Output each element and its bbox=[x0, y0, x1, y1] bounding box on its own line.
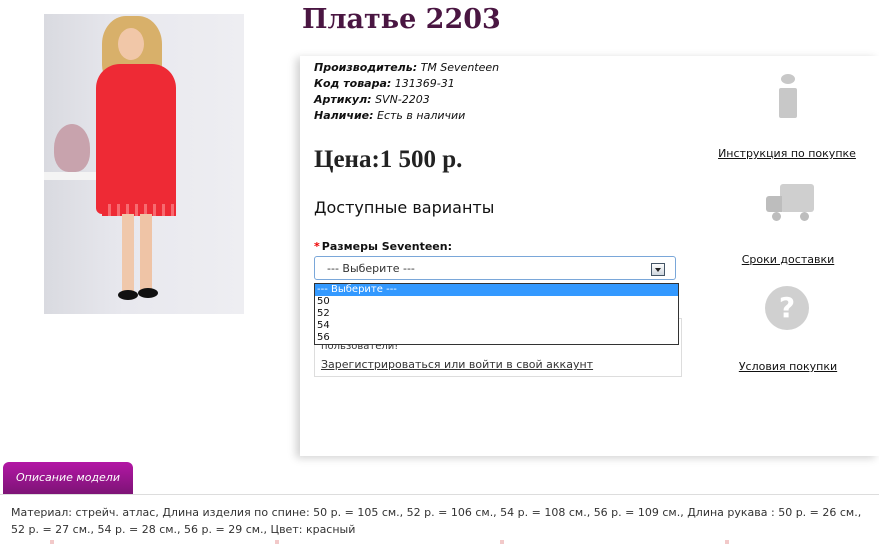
code-value: 131369-31 bbox=[394, 77, 455, 90]
size-select[interactable]: --- Выберите --- bbox=[314, 256, 676, 280]
availability-row: Наличие: Есть в наличии bbox=[314, 108, 499, 124]
product-details: Производитель: TM Seventeen Код товара: … bbox=[314, 60, 499, 124]
size-option[interactable]: 56 bbox=[315, 332, 678, 344]
description-text: Материал: стрейч. атлас, Длина изделия п… bbox=[11, 506, 862, 536]
info-icon[interactable] bbox=[771, 74, 805, 118]
size-option[interactable]: 52 bbox=[315, 308, 678, 320]
register-login-link[interactable]: Зарегистрироваться или войти в свой акка… bbox=[321, 358, 593, 371]
photo-flowers bbox=[54, 124, 90, 172]
product-photo[interactable] bbox=[44, 14, 244, 314]
photo-red-dress bbox=[96, 64, 176, 214]
photo-model-leg bbox=[140, 214, 152, 294]
manufacturer-row: Производитель: TM Seventeen bbox=[314, 60, 499, 76]
price: Цена:1 500 р. bbox=[314, 146, 463, 173]
size-option[interactable]: 54 bbox=[315, 320, 678, 332]
code-row: Код товара: 131369-31 bbox=[314, 76, 499, 92]
required-mark: * bbox=[314, 240, 320, 253]
tab-description[interactable]: Описание модели bbox=[3, 462, 133, 494]
photo-model-leg bbox=[122, 214, 134, 294]
availability-value: Есть в наличии bbox=[377, 109, 466, 122]
photo-model-face bbox=[118, 28, 144, 60]
page-title: Платье 2203 bbox=[302, 4, 501, 35]
manufacturer-label: Производитель: bbox=[314, 61, 418, 74]
dropdown-arrow-icon[interactable] bbox=[651, 263, 665, 276]
availability-label: Наличие: bbox=[314, 109, 374, 122]
article-row: Артикул: SVN-2203 bbox=[314, 92, 499, 108]
size-select-value: --- Выберите --- bbox=[327, 262, 415, 275]
article-label: Артикул: bbox=[314, 93, 372, 106]
delivery-link[interactable]: Сроки доставки bbox=[718, 253, 858, 266]
code-label: Код товара: bbox=[314, 77, 392, 90]
photo-shoe bbox=[138, 288, 158, 298]
bottom-decoration bbox=[0, 540, 879, 544]
photo-shoe bbox=[118, 290, 138, 300]
instructions-link[interactable]: Инструкция по покупке bbox=[717, 147, 857, 160]
photo-dress-lace bbox=[102, 204, 176, 216]
variants-heading: Доступные варианты bbox=[314, 198, 495, 217]
size-dropdown-list[interactable]: --- Выберите --- 50 52 54 56 bbox=[314, 283, 679, 345]
size-label-text: Размеры Seventeen: bbox=[321, 240, 452, 253]
tab-divider bbox=[0, 494, 879, 495]
size-label: * Размеры Seventeen: bbox=[314, 240, 452, 253]
size-option[interactable]: 50 bbox=[315, 296, 678, 308]
terms-link[interactable]: Условия покупки bbox=[718, 360, 858, 373]
article-value: SVN-2203 bbox=[375, 93, 430, 106]
question-icon[interactable]: ? bbox=[765, 286, 809, 330]
size-option[interactable]: --- Выберите --- bbox=[315, 284, 678, 296]
truck-icon[interactable] bbox=[766, 184, 814, 222]
manufacturer-value: TM Seventeen bbox=[420, 61, 500, 74]
